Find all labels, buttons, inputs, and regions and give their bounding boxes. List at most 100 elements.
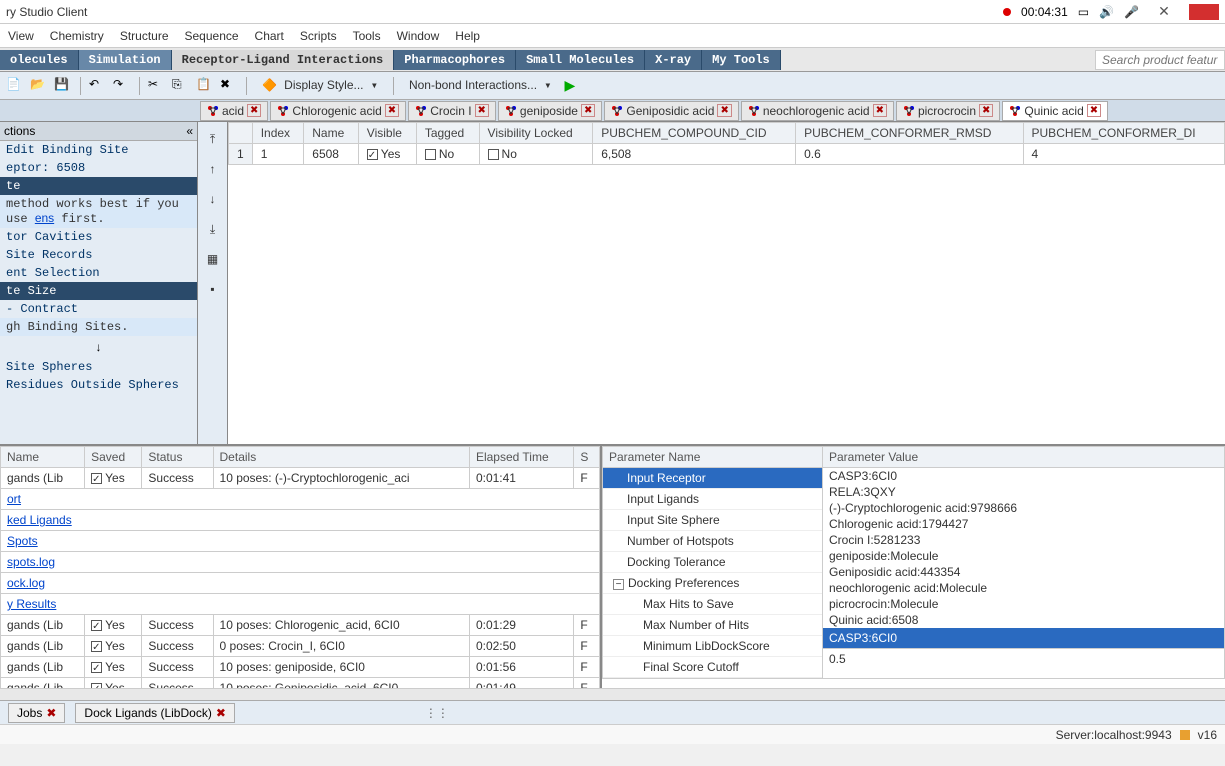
save-icon[interactable]: 💾: [54, 77, 72, 95]
tab-dock-ligands[interactable]: Dock Ligands (LibDock)✖: [75, 703, 234, 723]
redo-icon[interactable]: ↷: [113, 77, 131, 95]
module-tab[interactable]: olecules: [0, 50, 79, 70]
column-header[interactable]: Name: [304, 123, 359, 144]
close-icon[interactable]: ✖: [873, 104, 887, 117]
document-tab[interactable]: geniposide✖: [498, 101, 602, 121]
document-tab[interactable]: Geniposidic acid✖: [604, 101, 738, 121]
column-header[interactable]: S: [574, 447, 600, 468]
param-name-row[interactable]: Number of Hotspots: [603, 531, 822, 552]
param-value-selected[interactable]: CASP3:6CI0: [823, 628, 1224, 648]
checkbox-icon[interactable]: [91, 620, 102, 631]
job-link[interactable]: y Results: [1, 594, 600, 615]
menu-view[interactable]: View: [8, 29, 34, 43]
menu-scripts[interactable]: Scripts: [300, 29, 337, 43]
console-icon[interactable]: ▪: [203, 282, 223, 302]
cell-name[interactable]: 6508: [304, 144, 359, 165]
menu-structure[interactable]: Structure: [120, 29, 169, 43]
job-link[interactable]: ock.log: [1, 573, 600, 594]
table-row[interactable]: ort: [1, 489, 600, 510]
table-row[interactable]: y Results: [1, 594, 600, 615]
paste-icon[interactable]: 📋: [196, 77, 214, 95]
param-value-line[interactable]: Crocin I:5281233: [823, 532, 1224, 548]
document-tab[interactable]: neochlorogenic acid✖: [741, 101, 894, 121]
param-name-row[interactable]: Max Number of Hits: [603, 615, 822, 636]
module-tab[interactable]: Small Molecules: [516, 50, 645, 70]
column-header[interactable]: Details: [213, 447, 469, 468]
table-row[interactable]: 1 1 6508 Yes No No 6,508 0.6 4: [229, 144, 1225, 165]
cell-locked[interactable]: No: [479, 144, 593, 165]
param-name-row[interactable]: Max Hits to Save: [603, 594, 822, 615]
cell-index[interactable]: 1: [252, 144, 304, 165]
column-header[interactable]: Name: [1, 447, 85, 468]
close-icon[interactable]: ✖: [979, 104, 993, 117]
close-icon[interactable]: ✖: [247, 104, 261, 117]
column-header[interactable]: Status: [142, 447, 213, 468]
col-param-value[interactable]: Parameter Value: [823, 447, 1225, 468]
panel-section-header[interactable]: te: [0, 177, 197, 195]
column-header[interactable]: Saved: [85, 447, 142, 468]
col-param-name[interactable]: Parameter Name: [603, 447, 823, 468]
arrow-down-icon[interactable]: ↓: [203, 192, 223, 212]
param-name-row[interactable]: Input Ligands: [603, 489, 822, 510]
job-link[interactable]: spots.log: [1, 552, 600, 573]
play-icon[interactable]: ▶: [564, 77, 575, 94]
cut-icon[interactable]: ✂: [148, 77, 166, 95]
cell-saved[interactable]: Yes: [85, 615, 142, 636]
panel-action[interactable]: ent Selection: [0, 264, 197, 282]
column-header[interactable]: Elapsed Time: [469, 447, 573, 468]
panel-action[interactable]: eptor: 6508: [0, 159, 197, 177]
menu-chart[interactable]: Chart: [255, 29, 284, 43]
column-header[interactable]: Visibility Locked: [479, 123, 593, 144]
checkbox-icon[interactable]: [91, 473, 102, 484]
menu-window[interactable]: Window: [397, 29, 440, 43]
column-header[interactable]: PUBCHEM_COMPOUND_CID: [593, 123, 796, 144]
close-recording-button[interactable]: ✕: [1149, 3, 1179, 20]
param-value-line[interactable]: Quinic acid:6508: [823, 612, 1224, 628]
document-tab[interactable]: acid✖: [200, 101, 268, 121]
checkbox-icon[interactable]: [425, 149, 436, 160]
cell-di[interactable]: 4: [1023, 144, 1224, 165]
close-icon[interactable]: ✖: [1087, 104, 1101, 117]
new-icon[interactable]: 📄: [6, 77, 24, 95]
job-link[interactable]: ked Ligands: [1, 510, 600, 531]
param-value-line[interactable]: geniposide:Molecule: [823, 548, 1224, 564]
cell-saved[interactable]: Yes: [85, 678, 142, 689]
module-tab[interactable]: X-ray: [645, 50, 702, 70]
nonbond-dropdown[interactable]: Non-bond Interactions... ▾: [402, 75, 559, 96]
checkbox-icon[interactable]: [91, 683, 102, 688]
table-row[interactable]: gands (LibYesSuccess0 poses: Crocin_I, 6…: [1, 636, 600, 657]
column-header[interactable]: PUBCHEM_CONFORMER_RMSD: [796, 123, 1023, 144]
cell-rmsd[interactable]: 0.6: [796, 144, 1023, 165]
param-value-line[interactable]: picrocrocin:Molecule: [823, 596, 1224, 612]
param-value-line[interactable]: (-)-Cryptochlorogenic acid:9798666: [823, 500, 1224, 516]
param-name-row[interactable]: −Docking Preferences: [603, 573, 822, 594]
table-row[interactable]: ock.log: [1, 573, 600, 594]
grid-icon[interactable]: ▦: [203, 252, 223, 272]
arrow-down-icon[interactable]: ↓: [0, 336, 197, 358]
module-tab[interactable]: My Tools: [702, 50, 781, 70]
checkbox-icon[interactable]: [91, 641, 102, 652]
cell-visible[interactable]: Yes: [358, 144, 416, 165]
panel-action[interactable]: Edit Binding Site: [0, 141, 197, 159]
table-row[interactable]: gands (LibYesSuccess10 poses: Chlorogeni…: [1, 615, 600, 636]
table-row[interactable]: gands (LibYesSuccess10 poses: (-)-Crypto…: [1, 468, 600, 489]
document-tab[interactable]: Quinic acid✖: [1002, 101, 1108, 121]
column-header[interactable]: PUBCHEM_CONFORMER_DI: [1023, 123, 1224, 144]
search-input[interactable]: [1095, 50, 1225, 70]
param-value-line[interactable]: CASP3:6CI0: [823, 468, 1224, 484]
checkbox-icon[interactable]: [488, 149, 499, 160]
control-bar-icon[interactable]: ▭: [1078, 5, 1089, 19]
module-tab[interactable]: Simulation: [79, 50, 172, 70]
tree-toggle-icon[interactable]: −: [613, 579, 624, 590]
document-tab[interactable]: Crocin I✖: [408, 101, 496, 121]
param-name-row[interactable]: Input Receptor: [603, 468, 822, 489]
panel-action[interactable]: - Contract: [0, 300, 197, 318]
stop-button[interactable]: [1189, 4, 1219, 20]
menu-help[interactable]: Help: [455, 29, 480, 43]
param-name-row[interactable]: Docking Tolerance: [603, 552, 822, 573]
horizontal-scrollbar[interactable]: [0, 688, 1225, 700]
close-icon[interactable]: ✖: [216, 706, 226, 720]
panel-action[interactable]: Site Records: [0, 246, 197, 264]
column-header[interactable]: Visible: [358, 123, 416, 144]
job-link[interactable]: ort: [1, 489, 600, 510]
